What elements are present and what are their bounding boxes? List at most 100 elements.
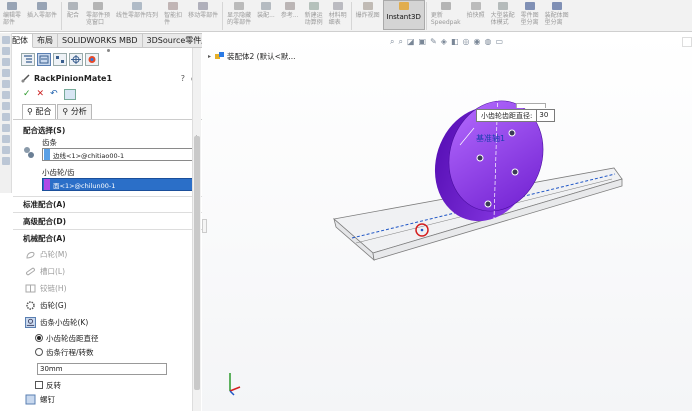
mate-option-label: 凸轮(M) [40, 250, 68, 259]
reverse-checkbox[interactable] [35, 381, 43, 389]
mate-option-gear[interactable]: 齿轮(G) [13, 297, 204, 314]
toolbar-button-6[interactable]: 移动零部件 [185, 0, 221, 19]
coordinate-triad [229, 373, 241, 396]
property-manager-icon[interactable] [37, 52, 51, 66]
strip-icon[interactable] [2, 146, 10, 154]
toolbar-button-12[interactable]: 爆炸视图 [353, 0, 383, 19]
option-pitch-diameter[interactable]: 小齿轮齿距直径 [13, 332, 204, 344]
strip-icon[interactable] [2, 102, 10, 110]
strip-icon[interactable] [2, 58, 10, 66]
mate-selections-title: 配合选择(S) [23, 125, 66, 135]
toolbar-separator [425, 2, 427, 30]
feature-tree-icon[interactable] [21, 52, 35, 66]
config-manager-icon[interactable] [53, 52, 67, 66]
panel-resize-dot[interactable] [107, 49, 110, 52]
toolbar-icon [232, 1, 246, 11]
toolbar-button-15[interactable]: 拍快照 [464, 0, 488, 19]
rack-selection-value: 边线<1>@chitiao00-1 [53, 151, 125, 160]
dimxpert-icon[interactable] [69, 52, 83, 66]
mate-option-screw[interactable]: 螺钉 [13, 393, 204, 405]
toolbar-button-1[interactable]: 插入零部件 [24, 0, 60, 19]
toolbar-label: 新建运 动算例 [304, 12, 323, 26]
strip-icon[interactable] [2, 47, 10, 55]
toolbar-button-11[interactable]: 材料明 细表 [326, 0, 350, 26]
toolbar-icon [397, 1, 411, 11]
slot-icon [26, 267, 35, 276]
toolbar-button-13[interactable]: Instant3D [382, 0, 425, 30]
standard-mates-title: 标准配合(A) [23, 200, 66, 209]
scroll-thumb[interactable] [194, 136, 200, 390]
option-rack-travel[interactable]: 齿条行程/转数 [13, 346, 204, 358]
undo-icon[interactable]: ↶ [50, 89, 58, 99]
panel-scrollbar[interactable]: ▲ [192, 48, 201, 411]
toolbar-button-0[interactable]: 编辑零 部件 [0, 0, 24, 26]
pm-title: RackPinionMate1 [34, 73, 113, 83]
toolbar-button-8[interactable]: 装配... [254, 0, 278, 19]
strip-icon[interactable] [2, 124, 10, 132]
toolbar-icon [361, 1, 375, 11]
toolbar-button-5[interactable]: 智能扣 件 [161, 0, 185, 26]
toolbar-icon [550, 1, 564, 11]
property-manager: RackPinionMate1 ? ◎ ✓ ✕ ↶ ⚲ 配合 ⚲ 分析 配合选择… [13, 48, 205, 411]
strip-icon[interactable] [2, 157, 10, 165]
rack-selection-box[interactable]: 边线<1>@chitiao00-1 [42, 148, 196, 161]
advanced-mates-header[interactable]: 高级配合(D) ⌄ [13, 213, 204, 230]
cancel-x-icon[interactable]: ✕ [37, 89, 45, 99]
toolbar-separator [350, 2, 352, 30]
toolbar-button-10[interactable]: 新建运 动算例 [302, 0, 326, 26]
mate-icon [21, 73, 30, 83]
mate-option-rack-pinion[interactable]: 齿条小齿轮(K) [13, 314, 204, 331]
toolbar-icon [439, 1, 453, 11]
mate-option-cam[interactable]: 凸轮(M) [13, 246, 204, 263]
pitch-diameter-callout[interactable]: 小齿轮齿距直径: 30 [476, 103, 556, 122]
toolbar-button-9[interactable]: 参考... [278, 0, 302, 19]
display-manager-icon[interactable] [85, 52, 99, 66]
radio-rack-travel[interactable] [35, 348, 43, 356]
tab-mbd[interactable]: SOLIDWORKS MBD [58, 33, 143, 48]
pitch-diameter-input[interactable]: 30mm [37, 363, 167, 375]
model-canvas[interactable] [202, 33, 692, 411]
toolbar-button-3[interactable]: 零部件预 览窗口 [83, 0, 113, 26]
tab-layout[interactable]: 布局 [33, 33, 58, 48]
toolbar-label: Instant3D [386, 13, 421, 21]
pushpin-icon[interactable] [63, 88, 76, 100]
toolbar-button-4[interactable]: 线性零部件阵列 [113, 0, 161, 19]
ok-check-icon[interactable]: ✓ [23, 89, 31, 99]
mechanical-mates-title: 机械配合(A) [23, 233, 66, 243]
mate-selections-header[interactable]: 配合选择(S) ⌃ [13, 124, 204, 136]
pinion-selection-box[interactable]: 面<1>@chilun00-1 [42, 178, 196, 191]
toolbar-button-7[interactable]: 显示隐藏 的零部件 [224, 0, 254, 26]
pm-subtabs: ⚲ 配合 ⚲ 分析 [13, 104, 204, 120]
strip-icon[interactable] [2, 135, 10, 143]
toolbar-button-17[interactable]: 零件图 型分离 [518, 0, 542, 26]
mechanical-mates-header[interactable]: 机械配合(A) ⌃ [13, 230, 204, 246]
mate-option-hinge[interactable]: 铰链(H) [13, 280, 204, 297]
toolbar-label: 爆炸视图 [355, 12, 380, 19]
toolbar-button-18[interactable]: 装配体图 型分离 [542, 0, 572, 26]
subtab-mates[interactable]: ⚲ 配合 [22, 104, 57, 119]
toolbar-label: 拍快照 [466, 12, 485, 19]
radio-pitch-diameter[interactable] [35, 334, 43, 342]
reverse-option[interactable]: 反转 [13, 379, 204, 391]
toolbar-icon [66, 1, 80, 11]
toolbar-button-2[interactable]: 配合 [63, 0, 83, 19]
toolbar-label: 显示隐藏 的零部件 [227, 12, 252, 26]
strip-icon[interactable] [2, 36, 10, 44]
pinion-color-swatch [44, 179, 50, 190]
strip-icon[interactable] [2, 113, 10, 121]
help-icon[interactable]: ? [181, 74, 185, 83]
toolbar-button-14[interactable]: 更新 Speedpak [428, 0, 464, 26]
graphics-area[interactable]: ▸ 装配体2 (默认<默... ⌕ ⌕ ◪ ▣ ✎ ◈ ◧ ◎ ◉ ◍ ▭ 小齿… [202, 33, 692, 411]
toolbar-button-16[interactable]: 大型装配 体模式 [488, 0, 518, 26]
subtab-analysis[interactable]: ⚲ 分析 [57, 104, 92, 119]
reverse-label: 反转 [46, 380, 61, 390]
toolbar-label: 材料明 细表 [328, 12, 347, 26]
mate-option-slot[interactable]: 槽口(L) [13, 263, 204, 280]
strip-icon[interactable] [2, 91, 10, 99]
rack-label: 齿条 [42, 138, 57, 147]
cam-icon [26, 251, 35, 259]
standard-mates-header[interactable]: 标准配合(A) ⌄ [13, 196, 204, 213]
strip-icon[interactable] [2, 80, 10, 88]
callout-value-input[interactable]: 30 [537, 109, 556, 122]
strip-icon[interactable] [2, 69, 10, 77]
